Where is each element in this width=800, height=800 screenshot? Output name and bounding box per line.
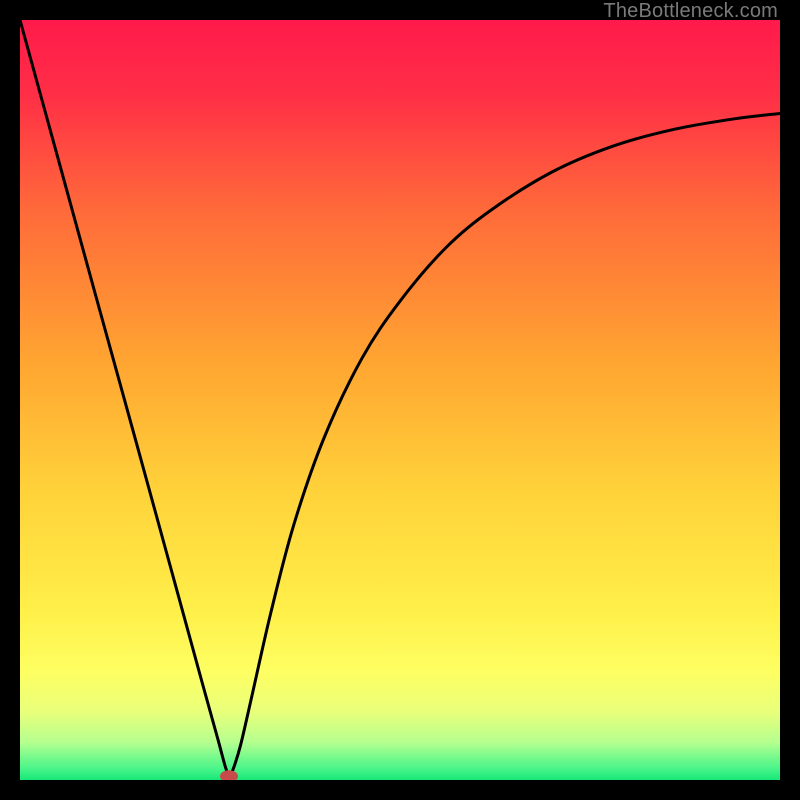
watermark-text: TheBottleneck.com [603,0,778,23]
gradient-background [20,20,780,780]
chart-frame [20,20,780,780]
bottleneck-chart [20,20,780,780]
